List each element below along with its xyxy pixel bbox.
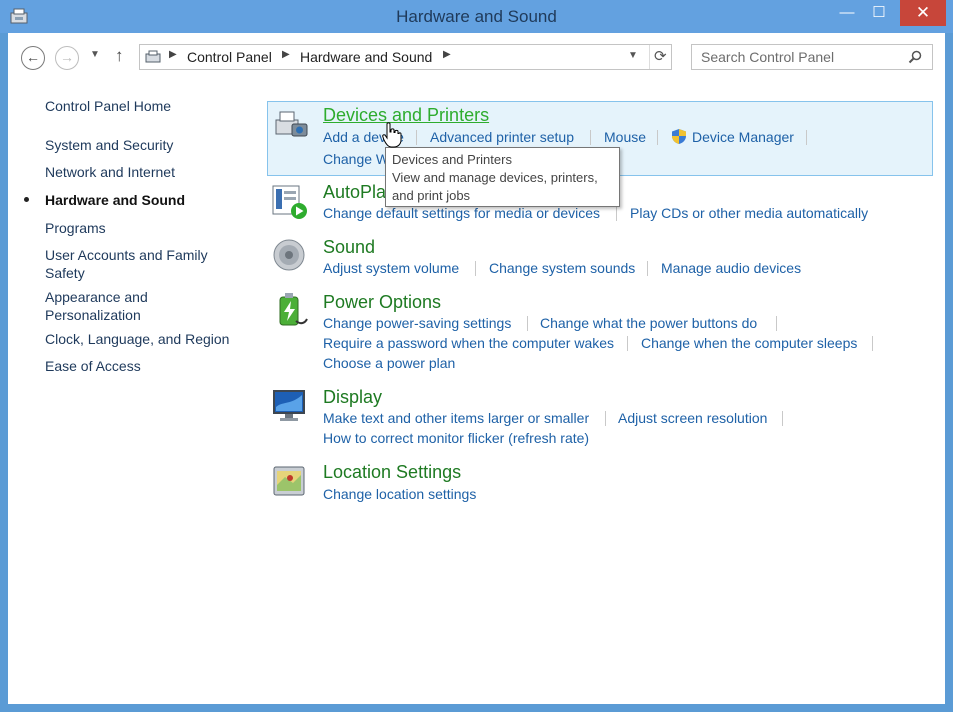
battery-power-icon xyxy=(279,293,308,326)
sidebar-item-user-accounts[interactable]: Safety xyxy=(45,265,85,281)
search-placeholder: Search Control Panel xyxy=(701,49,835,65)
maximize-button[interactable]: ☐ xyxy=(864,0,894,26)
link-separator xyxy=(416,130,417,145)
address-bar[interactable]: ▶ Control Panel ▶ Hardware and Sound ▶ ▼… xyxy=(139,44,672,70)
change-power-saving-settings-link[interactable]: Change power-saving settings xyxy=(323,315,511,331)
manage-audio-devices-link[interactable]: Manage audio devices xyxy=(661,260,801,276)
autoplay-icon xyxy=(272,185,307,219)
link-separator xyxy=(657,130,658,145)
sidebar-item-clock-language-region[interactable]: Clock, Language, and Region xyxy=(45,331,229,347)
tooltip-description: and print jobs xyxy=(392,188,471,203)
link-separator xyxy=(776,316,777,331)
tooltip-description: View and manage devices, printers, xyxy=(392,170,598,185)
address-history-dropdown[interactable]: ▼ xyxy=(628,50,638,61)
link-separator xyxy=(647,261,648,276)
title-bar: Hardware and Sound — ☐ ✕ xyxy=(0,0,953,33)
choose-power-plan-link[interactable]: Choose a power plan xyxy=(323,355,455,371)
monitor-icon xyxy=(273,390,305,421)
hand-cursor-icon xyxy=(382,122,402,148)
devices-and-printers-tooltip: Devices and Printers View and manage dev… xyxy=(385,147,620,207)
tooltip-title: Devices and Printers xyxy=(392,152,512,167)
devices-and-printers-link[interactable]: Devices and Printers xyxy=(323,105,489,126)
back-button[interactable]: ← xyxy=(21,46,45,70)
printer-camera-icon xyxy=(275,111,308,137)
breadcrumb-separator[interactable]: ▶ xyxy=(282,49,290,60)
minimize-button[interactable]: — xyxy=(830,0,864,26)
link-separator xyxy=(605,411,606,426)
sidebar-item-hardware-and-sound: Hardware and Sound xyxy=(45,192,186,208)
link-separator xyxy=(475,261,476,276)
monitor-flicker-link[interactable]: How to correct monitor flicker (refresh … xyxy=(323,430,589,446)
speaker-icon xyxy=(273,239,305,271)
change-default-media-settings-link[interactable]: Change default settings for media or dev… xyxy=(323,205,600,221)
breadcrumb-separator[interactable]: ▶ xyxy=(169,49,177,60)
sidebar-item-appearance[interactable]: Personalization xyxy=(45,307,141,323)
make-text-larger-link[interactable]: Make text and other items larger or smal… xyxy=(323,410,589,426)
power-buttons-link[interactable]: Change what the power buttons do xyxy=(540,315,757,331)
location-settings-link[interactable]: Location Settings xyxy=(323,462,461,483)
location-map-icon xyxy=(273,466,305,496)
power-options-link[interactable]: Power Options xyxy=(323,292,441,313)
adjust-screen-resolution-link[interactable]: Adjust screen resolution xyxy=(618,410,767,426)
breadcrumb-separator[interactable]: ▶ xyxy=(443,49,451,60)
link-separator xyxy=(616,206,617,221)
close-button[interactable]: ✕ xyxy=(900,0,946,26)
refresh-button[interactable]: ⟳ xyxy=(654,47,667,65)
recent-locations-button[interactable]: ▼ xyxy=(90,49,100,60)
change-system-sounds-link[interactable]: Change system sounds xyxy=(489,260,635,276)
change-location-settings-link[interactable]: Change location settings xyxy=(323,486,476,502)
forward-button[interactable]: → xyxy=(55,46,79,70)
change-sleep-time-link[interactable]: Change when the computer sleeps xyxy=(641,335,857,351)
sidebar-item-ease-of-access[interactable]: Ease of Access xyxy=(45,358,141,374)
window-title: Hardware and Sound xyxy=(396,7,557,26)
address-divider xyxy=(649,45,650,69)
mouse-link[interactable]: Mouse xyxy=(604,129,646,145)
play-cds-automatically-link[interactable]: Play CDs or other media automatically xyxy=(630,205,868,221)
navigation-bar: ← → ▼ ↑ ▶ Control Panel ▶ Hardware and S… xyxy=(8,33,945,81)
link-separator xyxy=(590,130,591,145)
sound-link[interactable]: Sound xyxy=(323,237,375,258)
shield-icon xyxy=(672,129,686,144)
advanced-printer-setup-link[interactable]: Advanced printer setup xyxy=(430,129,574,145)
link-separator xyxy=(872,336,873,351)
window-client: ← → ▼ ↑ ▶ Control Panel ▶ Hardware and S… xyxy=(8,33,945,704)
link-separator xyxy=(527,316,528,331)
breadcrumb-hardware-and-sound[interactable]: Hardware and Sound xyxy=(300,49,432,65)
control-panel-icon xyxy=(145,50,161,63)
up-button[interactable]: ↑ xyxy=(115,46,124,66)
breadcrumb-control-panel[interactable]: Control Panel xyxy=(187,49,272,65)
display-link[interactable]: Display xyxy=(323,387,382,408)
link-separator xyxy=(627,336,628,351)
sidebar-item-user-accounts[interactable]: User Accounts and Family xyxy=(45,247,208,263)
current-item-bullet xyxy=(24,197,29,202)
sidebar-item-appearance[interactable]: Appearance and xyxy=(45,289,148,305)
require-password-on-wake-link[interactable]: Require a password when the computer wak… xyxy=(323,335,614,351)
search-icon[interactable] xyxy=(908,50,922,64)
sidebar-item-system-and-security[interactable]: System and Security xyxy=(45,137,173,153)
link-separator xyxy=(806,130,807,145)
sidebar-item-control-panel-home[interactable]: Control Panel Home xyxy=(45,98,171,114)
link-separator xyxy=(782,411,783,426)
adjust-system-volume-link[interactable]: Adjust system volume xyxy=(323,260,459,276)
sidebar-item-network-and-internet[interactable]: Network and Internet xyxy=(45,164,175,180)
sidebar-item-programs[interactable]: Programs xyxy=(45,220,106,236)
device-manager-link[interactable]: Device Manager xyxy=(692,129,794,145)
search-box[interactable]: Search Control Panel xyxy=(691,44,933,70)
